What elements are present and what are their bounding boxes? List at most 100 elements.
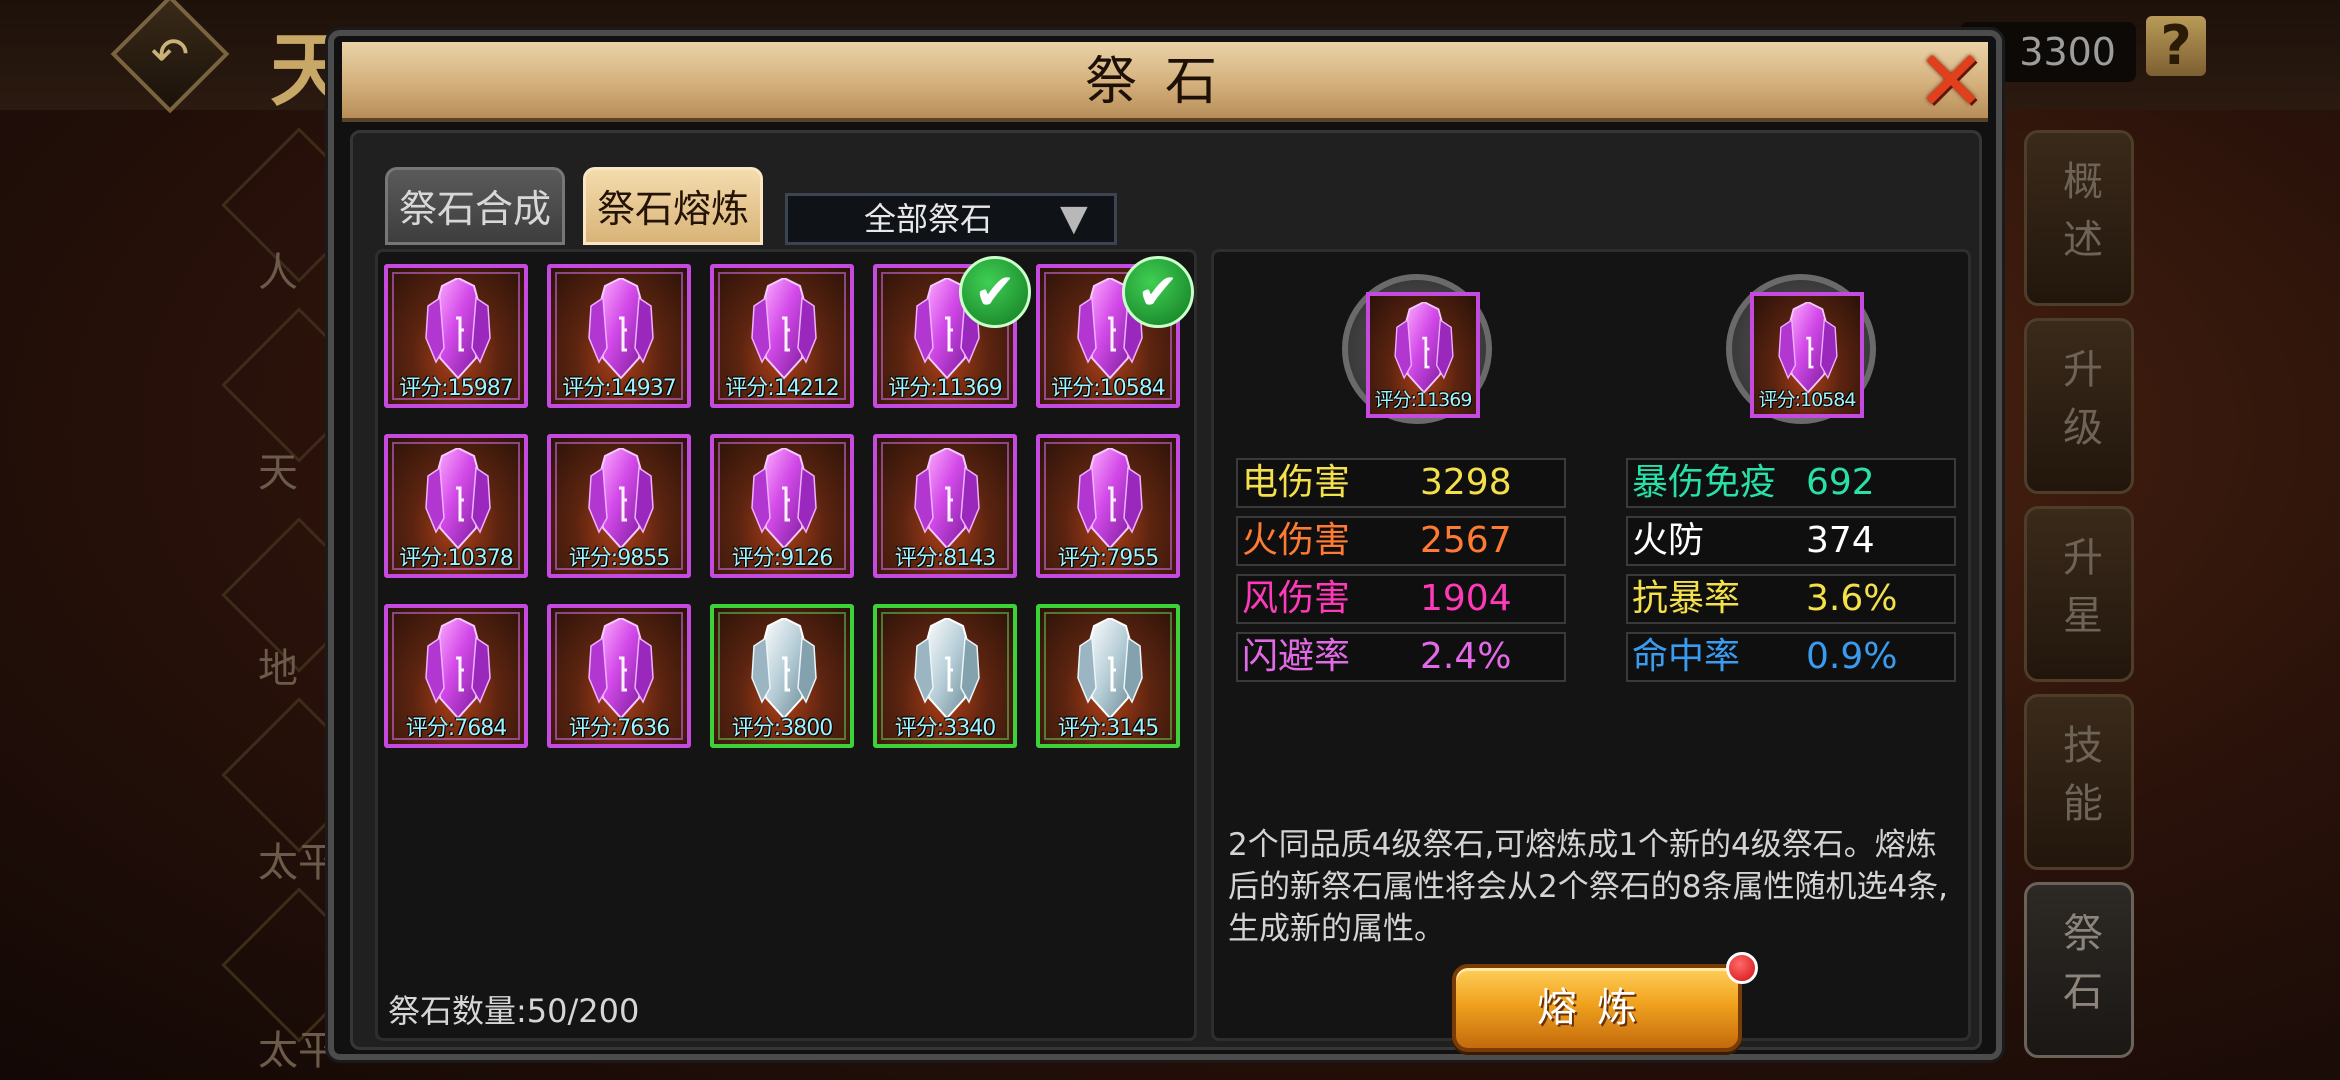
- gem-score: 评分:3340: [894, 716, 996, 741]
- stat-value: 2.4%: [1420, 636, 1512, 677]
- stat-value: 3.6%: [1806, 578, 1898, 619]
- gem-icon: [740, 448, 828, 552]
- gem-icon: [577, 278, 665, 382]
- smelt-detail-panel: 评分:11369 评分:10584 电伤害 3298 火伤害 2567 风伤害 1904 闪…: [1211, 249, 1971, 1052]
- gem-item[interactable]: 评分:8143: [873, 434, 1017, 578]
- gem-score: 评分:7636: [568, 716, 670, 741]
- stat-value: 3298: [1420, 462, 1512, 503]
- gem-score: 评分:14212: [725, 376, 839, 401]
- close-button[interactable]: ✕: [1914, 32, 1988, 130]
- dialog-header: 祭石 ✕: [342, 32, 1988, 130]
- gem-count: 祭石数量:50/200: [388, 992, 640, 1030]
- gem-icon: [740, 618, 828, 722]
- gem-item[interactable]: 评分:3800: [710, 604, 854, 748]
- stat-row: 风伤害 1904: [1236, 574, 1566, 624]
- gem-icon: [577, 448, 665, 552]
- stat-row: 火伤害 2567: [1236, 516, 1566, 566]
- gem-icon: [1066, 618, 1154, 722]
- gem-score: 评分:7684: [405, 716, 507, 741]
- tab-smelt[interactable]: 祭石熔炼: [583, 167, 763, 245]
- help-button[interactable]: ?: [2146, 16, 2206, 76]
- stat-row: 闪避率 2.4%: [1236, 632, 1566, 682]
- gem-item[interactable]: 评分:7636: [547, 604, 691, 748]
- stat-value: 692: [1806, 462, 1875, 503]
- gem-score: 评分:3800: [731, 716, 833, 741]
- stat-name: 命中率: [1632, 636, 1741, 677]
- gem-item[interactable]: 评分:14212: [710, 264, 854, 408]
- gem-item[interactable]: 评分:7955: [1036, 434, 1180, 578]
- gem-score: 评分:9855: [568, 546, 670, 571]
- gem-icon: [1768, 302, 1848, 396]
- gem-icon: [903, 448, 991, 552]
- slot-gem-score: 评分:11369: [1374, 389, 1473, 411]
- gem-item[interactable]: 评分:3145: [1036, 604, 1180, 748]
- dialog-body: 祭石合成 祭石熔炼 全部祭石 ▼ 评分:15987 评分:14937 评分:1421…: [350, 130, 1982, 1052]
- stat-value: 0.9%: [1806, 636, 1898, 677]
- gem-icon: [1384, 302, 1464, 396]
- map-node-label: 天: [258, 450, 298, 496]
- smelt-slot-1[interactable]: 评分:11369: [1342, 274, 1492, 424]
- side-tab-skill[interactable]: 技能: [2024, 694, 2134, 870]
- gem-icon: [1066, 448, 1154, 552]
- smelt-button[interactable]: 熔炼: [1452, 964, 1742, 1052]
- notification-dot: [1726, 952, 1758, 984]
- gem-icon: [414, 278, 502, 382]
- stat-name: 抗暴率: [1632, 578, 1741, 619]
- sacrifice-stone-dialog: 祭石 ✕ 祭石合成 祭石熔炼 全部祭石 ▼ 评分:15987 评分:14937 评分…: [328, 30, 2002, 1060]
- chevron-down-icon: ▼: [1060, 198, 1088, 239]
- stat-name: 风伤害: [1242, 578, 1351, 619]
- gem-score: 评分:9126: [731, 546, 833, 571]
- stat-name: 暴伤免疫: [1632, 462, 1777, 503]
- stat-row: 抗暴率 3.6%: [1626, 574, 1956, 624]
- tab-compose[interactable]: 祭石合成: [385, 167, 565, 245]
- stat-row: 火防 374: [1626, 516, 1956, 566]
- slot-gem-score: 评分:10584: [1758, 389, 1857, 411]
- gem-icon: [414, 618, 502, 722]
- gem-item[interactable]: 评分:15987: [384, 264, 528, 408]
- gem-item[interactable]: 评分:7684: [384, 604, 528, 748]
- gem-inventory-panel: 评分:15987 评分:14937 评分:14212 评分:11369 ✔ 评分:1058…: [375, 249, 1197, 1041]
- stat-value: 374: [1806, 520, 1875, 561]
- stat-name: 火防: [1632, 520, 1705, 561]
- gem-score: 评分:10378: [399, 546, 513, 571]
- smelt-slot-2[interactable]: 评分:10584: [1726, 274, 1876, 424]
- gem-item[interactable]: 评分:9855: [547, 434, 691, 578]
- map-node-label: 太平: [258, 1028, 338, 1074]
- gem-score: 评分:10584: [1051, 376, 1165, 401]
- gem-score: 评分:3145: [1057, 716, 1159, 741]
- gem-item[interactable]: 评分:3340: [873, 604, 1017, 748]
- stat-value: 1904: [1420, 578, 1512, 619]
- stat-name: 火伤害: [1242, 520, 1351, 561]
- gem-item[interactable]: 评分:10378: [384, 434, 528, 578]
- slot-gem: 评分:10584: [1750, 292, 1864, 418]
- gem-score: 评分:15987: [399, 376, 513, 401]
- smelt-description: 2个同品质4级祭石,可熔炼成1个新的4级祭石。熔炼后的新祭石属性将会从2个祭石的…: [1228, 827, 1949, 947]
- stat-name: 电伤害: [1242, 462, 1351, 503]
- side-tab-overview[interactable]: 概述: [2024, 130, 2134, 306]
- map-node-label: 地: [258, 646, 298, 692]
- dialog-title: 祭石: [1084, 52, 1245, 112]
- map-node-label: 人: [258, 250, 298, 296]
- checkmark-icon: ✔: [959, 256, 1031, 328]
- side-tab-sacrifice-stone[interactable]: 祭石: [2024, 882, 2134, 1058]
- checkmark-icon: ✔: [1122, 256, 1194, 328]
- gem-item[interactable]: 评分:14937: [547, 264, 691, 408]
- filter-value: 全部祭石: [864, 200, 993, 238]
- gem-icon: [740, 278, 828, 382]
- gem-score: 评分:11369: [888, 376, 1002, 401]
- side-tab-upgrade[interactable]: 升级: [2024, 318, 2134, 494]
- gem-score: 评分:8143: [894, 546, 996, 571]
- slot-gem: 评分:11369: [1366, 292, 1480, 418]
- gem-item[interactable]: 评分:9126: [710, 434, 854, 578]
- stat-value: 2567: [1420, 520, 1512, 561]
- gem-score: 评分:7955: [1057, 546, 1159, 571]
- gem-score: 评分:14937: [562, 376, 676, 401]
- stat-row: 暴伤免疫 692: [1626, 458, 1956, 508]
- side-tab-star[interactable]: 升星: [2024, 506, 2134, 682]
- stat-name: 闪避率: [1242, 636, 1351, 677]
- gem-icon: [414, 448, 502, 552]
- stat-row: 电伤害 3298: [1236, 458, 1566, 508]
- map-node-label: 太平: [258, 840, 338, 886]
- close-icon: ✕: [1915, 32, 1987, 130]
- gem-filter-dropdown[interactable]: 全部祭石 ▼: [785, 193, 1117, 245]
